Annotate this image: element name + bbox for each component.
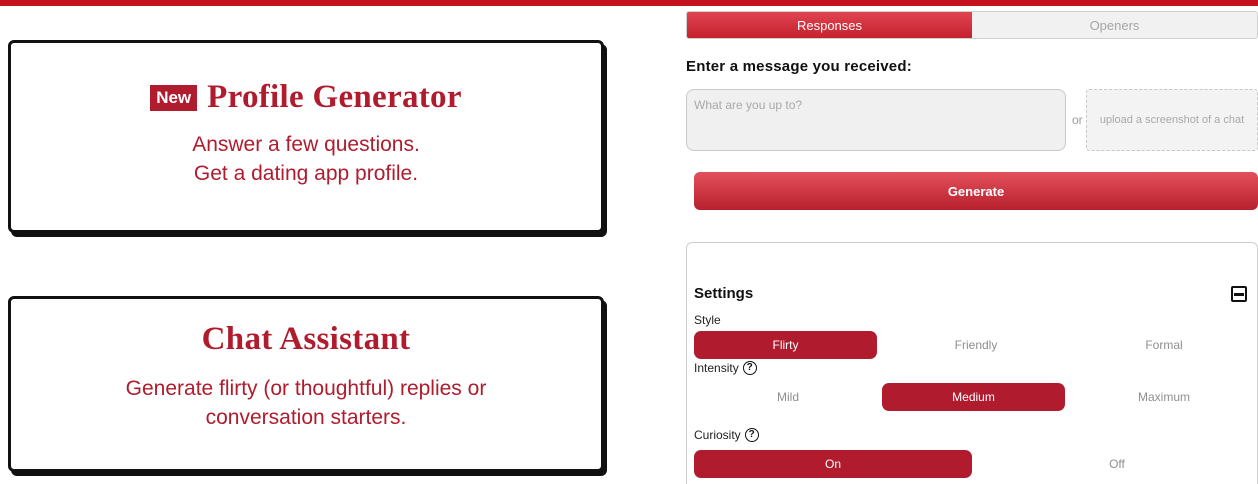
profile-generator-desc-line1: Answer a few questions. xyxy=(192,133,420,156)
chat-assistant-desc-line2: conversation starters. xyxy=(205,406,407,429)
top-accent-bar xyxy=(0,0,1258,6)
curiosity-option-on[interactable]: On xyxy=(694,450,972,478)
intensity-label-text: Intensity xyxy=(694,361,739,375)
style-label: Style xyxy=(694,313,721,327)
style-selector: Flirty Friendly Formal xyxy=(694,331,1258,359)
chat-assistant-card[interactable]: Chat Assistant Generate flirty (or thoug… xyxy=(8,296,604,472)
new-badge: New xyxy=(150,84,198,111)
message-prompt-label: Enter a message you received: xyxy=(686,58,912,75)
chat-assistant-title: Chat Assistant xyxy=(201,321,411,357)
style-option-flirty[interactable]: Flirty xyxy=(694,331,877,359)
minus-square-icon[interactable] xyxy=(1231,286,1247,302)
chat-assistant-description: Generate flirty (or thoughtful) replies … xyxy=(11,374,601,432)
curiosity-label: Curiosity ? xyxy=(694,428,759,442)
intensity-option-maximum[interactable]: Maximum xyxy=(1070,383,1258,411)
chat-assistant-desc-line1: Generate flirty (or thoughtful) replies … xyxy=(125,377,487,400)
received-message-input[interactable] xyxy=(686,89,1066,151)
style-option-formal[interactable]: Formal xyxy=(1070,331,1258,359)
style-option-friendly[interactable]: Friendly xyxy=(882,331,1070,359)
profile-generator-title-row: New Profile Generator xyxy=(11,79,601,116)
intensity-option-mild[interactable]: Mild xyxy=(694,383,882,411)
question-help-icon[interactable]: ? xyxy=(742,361,757,375)
tab-openers[interactable]: Openers xyxy=(972,12,1257,38)
question-help-icon[interactable]: ? xyxy=(744,428,759,442)
intensity-label: Intensity ? xyxy=(694,361,757,375)
settings-panel xyxy=(686,242,1258,484)
upload-screenshot-dropzone[interactable]: upload a screenshot of a chat xyxy=(1086,89,1258,151)
or-separator: or xyxy=(1072,113,1083,127)
style-label-text: Style xyxy=(694,313,721,327)
generate-button[interactable]: Generate xyxy=(694,172,1258,210)
curiosity-option-off[interactable]: Off xyxy=(976,450,1258,478)
curiosity-label-text: Curiosity xyxy=(694,428,741,442)
profile-generator-card[interactable]: New Profile Generator Answer a few quest… xyxy=(8,40,604,233)
tab-responses[interactable]: Responses xyxy=(687,12,972,38)
profile-generator-title: Profile Generator xyxy=(207,79,462,115)
intensity-option-medium[interactable]: Medium xyxy=(882,383,1065,411)
profile-generator-desc-line2: Get a dating app profile. xyxy=(193,162,419,185)
mode-tabs: Responses Openers xyxy=(686,11,1258,39)
curiosity-selector: On Off xyxy=(694,450,1258,478)
intensity-selector: Mild Medium Maximum xyxy=(694,383,1258,411)
settings-title: Settings xyxy=(694,285,754,302)
profile-generator-description: Answer a few questions. Get a dating app… xyxy=(11,130,601,188)
